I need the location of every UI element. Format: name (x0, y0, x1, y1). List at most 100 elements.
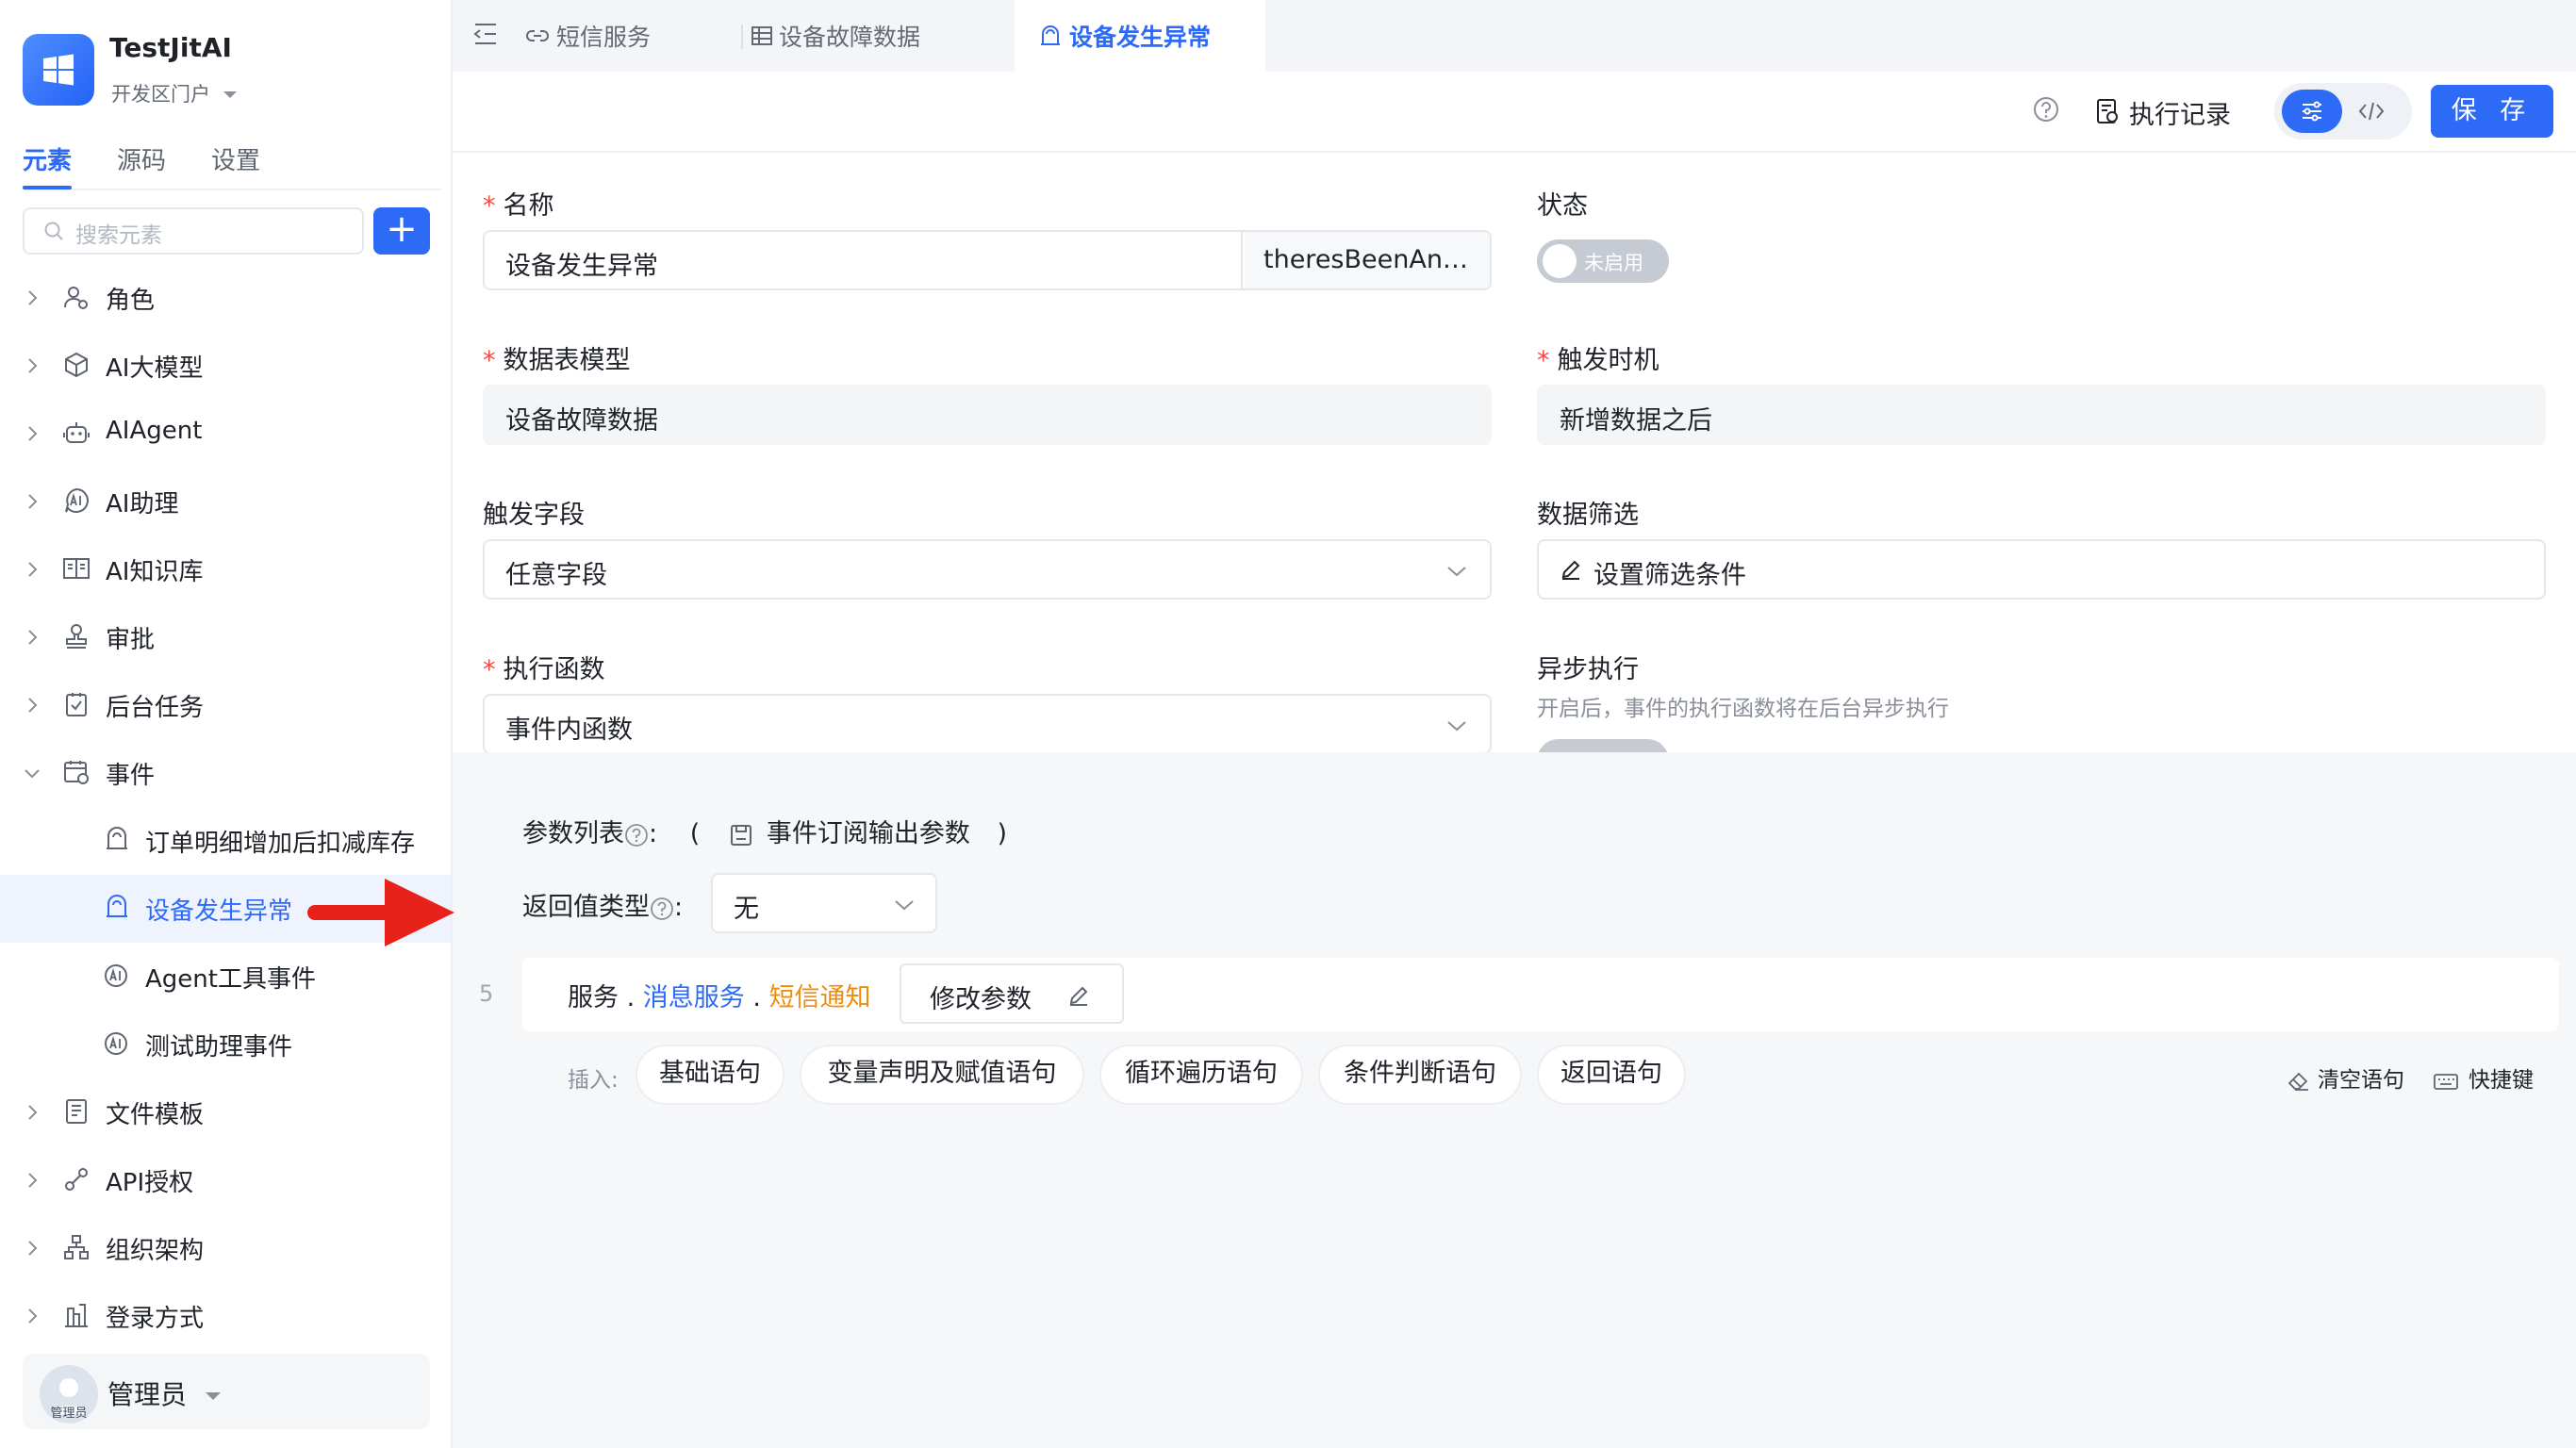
shortcut-button[interactable]: 快捷键 (2433, 1061, 2534, 1094)
trigger-label: * 触发时机 (1537, 346, 1660, 375)
sidebar-item-label: AI大模型 (106, 354, 204, 383)
ai-event-icon (104, 1031, 128, 1056)
add-element-button[interactable]: + (373, 207, 430, 255)
caret-down-icon (223, 90, 238, 100)
sidebar-item-label: AIAgent (106, 417, 203, 445)
sidebar-item-background-task[interactable]: 后台任务 (0, 671, 451, 739)
login-icon (62, 1301, 91, 1329)
eraser-icon (2287, 1071, 2310, 1092)
tab-elements[interactable]: 元素 (23, 141, 72, 176)
help-icon[interactable] (650, 897, 674, 921)
insert-variable-statement[interactable]: 变量声明及赋值语句 (800, 1045, 1084, 1105)
insert-condition-statement[interactable]: 条件判断语句 (1318, 1045, 1522, 1105)
ai-assistant-icon (62, 486, 91, 515)
chevron-down-icon (1446, 566, 1467, 577)
chevron-down-icon (1446, 720, 1467, 732)
tab-source[interactable]: 源码 (117, 141, 166, 176)
keyboard-icon (2433, 1071, 2459, 1092)
toggle-knob (1543, 244, 1577, 278)
roles-icon (62, 283, 91, 311)
sidebar-item-approval[interactable]: 审批 (0, 603, 451, 671)
trigger-field-select[interactable]: 任意字段 (483, 539, 1492, 600)
sidebar-item-ai-model[interactable]: AI大模型 (0, 332, 451, 400)
filter-field[interactable]: 设置筛选条件 (1537, 539, 2546, 600)
insert-return-statement[interactable]: 返回语句 (1537, 1045, 1686, 1105)
stmt-dot: . (626, 983, 636, 1012)
function-select[interactable]: 事件内函数 (483, 694, 1492, 754)
name-code-input[interactable]: theresBeenAn… (1245, 232, 1490, 288)
chevron-down-icon (894, 899, 915, 911)
avatar-label: 管理员 (50, 1407, 88, 1421)
insert-loop-statement[interactable]: 循环遍历语句 (1099, 1045, 1303, 1105)
chevron-right-icon (26, 560, 40, 579)
sidebar-item-ai-assistant[interactable]: AI助理 (0, 468, 451, 535)
chevron-right-icon (26, 696, 40, 715)
chevron-right-icon (26, 1171, 40, 1190)
chevron-right-icon (26, 424, 40, 443)
params-row: 参数列表: ( 事件订阅输出参数 ) (522, 813, 1007, 849)
sidebar-item-events[interactable]: 事件 (0, 739, 451, 807)
params-value[interactable]: 事件订阅输出参数 (729, 819, 979, 848)
event-trigger-icon (104, 826, 130, 852)
chevron-right-icon (26, 628, 40, 647)
modify-params-button[interactable]: 修改参数 (900, 963, 1124, 1024)
return-type-value: 无 (734, 895, 759, 924)
trigger-field-label: 触发字段 (483, 501, 585, 530)
tab-sms-service[interactable]: 短信服务 (509, 0, 698, 72)
name-input[interactable]: 设备发生异常 (485, 232, 1243, 288)
trigger-field: 新增数据之后 (1537, 385, 2546, 445)
sidebar-item-event-agent-tool[interactable]: Agent工具事件 (0, 943, 451, 1011)
sidebar: TestJitAI 开发区门户 元素 源码 设置 搜索元素 + 角色 AI大模型… (0, 0, 453, 1448)
chevron-down-icon (23, 767, 41, 781)
function-label: * 执行函数 (483, 655, 605, 684)
shortcut-label: 快捷键 (2469, 1068, 2534, 1093)
sidebar-item-api-auth[interactable]: API授权 (0, 1146, 451, 1214)
execution-record-button[interactable]: 执行记录 (2129, 94, 2231, 131)
tab-device-exception[interactable]: 设备发生异常 (1015, 0, 1265, 72)
stmt-dot: . (752, 983, 761, 1012)
search-icon (43, 221, 64, 241)
insert-basic-statement[interactable]: 基础语句 (636, 1045, 784, 1105)
clear-statements-button[interactable]: 清空语句 (2287, 1061, 2404, 1094)
document-tabs: 短信服务 设备故障数据 设备发生异常 (453, 0, 2576, 72)
portal-selector[interactable]: 开发区门户 (111, 79, 238, 107)
chevron-right-icon (26, 356, 40, 375)
sidebar-item-roles[interactable]: 角色 (0, 264, 451, 332)
app-logo (23, 34, 94, 106)
event-icon (62, 758, 91, 786)
sidebar-item-label: 订单明细增加后扣减库存 (145, 830, 416, 858)
book-icon (62, 554, 91, 583)
sidebar-item-org[interactable]: 组织架构 (0, 1214, 451, 1282)
statement-text[interactable]: 服务 . 消息服务 . 短信通知 (568, 977, 871, 1013)
save-icon (729, 823, 753, 847)
help-icon[interactable] (624, 823, 649, 847)
code-mode-icon[interactable] (2357, 98, 2386, 124)
sidebar-item-ai-knowledge[interactable]: AI知识库 (0, 535, 451, 603)
model-field: 设备故障数据 (483, 385, 1492, 445)
user-name: 管理员 (107, 1374, 222, 1412)
collapse-sidebar-icon[interactable] (471, 21, 500, 47)
sidebar-item-label: AI知识库 (106, 558, 204, 586)
tab-settings[interactable]: 设置 (211, 141, 260, 176)
save-button[interactable]: 保 存 (2431, 85, 2553, 138)
return-type-select[interactable]: 无 (711, 873, 937, 933)
sidebar-item-event-test-assistant[interactable]: 测试助理事件 (0, 1011, 451, 1078)
visual-mode-button[interactable] (2282, 90, 2342, 133)
tab-device-fault-data[interactable]: 设备故障数据 (751, 0, 996, 72)
sidebar-item-file-template[interactable]: 文件模板 (0, 1078, 451, 1146)
search-input[interactable] (23, 207, 364, 255)
help-icon[interactable] (2033, 96, 2059, 123)
stmt-sms-notify: 短信通知 (768, 983, 871, 1012)
sidebar-item-ai-agent[interactable]: AIAgent (0, 400, 451, 468)
sidebar-item-event-order-stock[interactable]: 订单明细增加后扣减库存 (0, 807, 451, 875)
return-type-label: 返回值类型 (522, 893, 650, 922)
tab-label: 设备发生异常 (1069, 24, 1212, 51)
chevron-right-icon (26, 1103, 40, 1122)
sidebar-tabs: 元素 源码 设置 (23, 141, 441, 190)
event-trigger-icon (1039, 25, 1062, 47)
edit-icon (1560, 558, 1582, 581)
org-icon (62, 1233, 91, 1261)
clear-label: 清空语句 (2318, 1068, 2404, 1093)
params-value-text: 事件订阅输出参数 (766, 819, 970, 848)
sidebar-item-login[interactable]: 登录方式 (0, 1282, 451, 1350)
